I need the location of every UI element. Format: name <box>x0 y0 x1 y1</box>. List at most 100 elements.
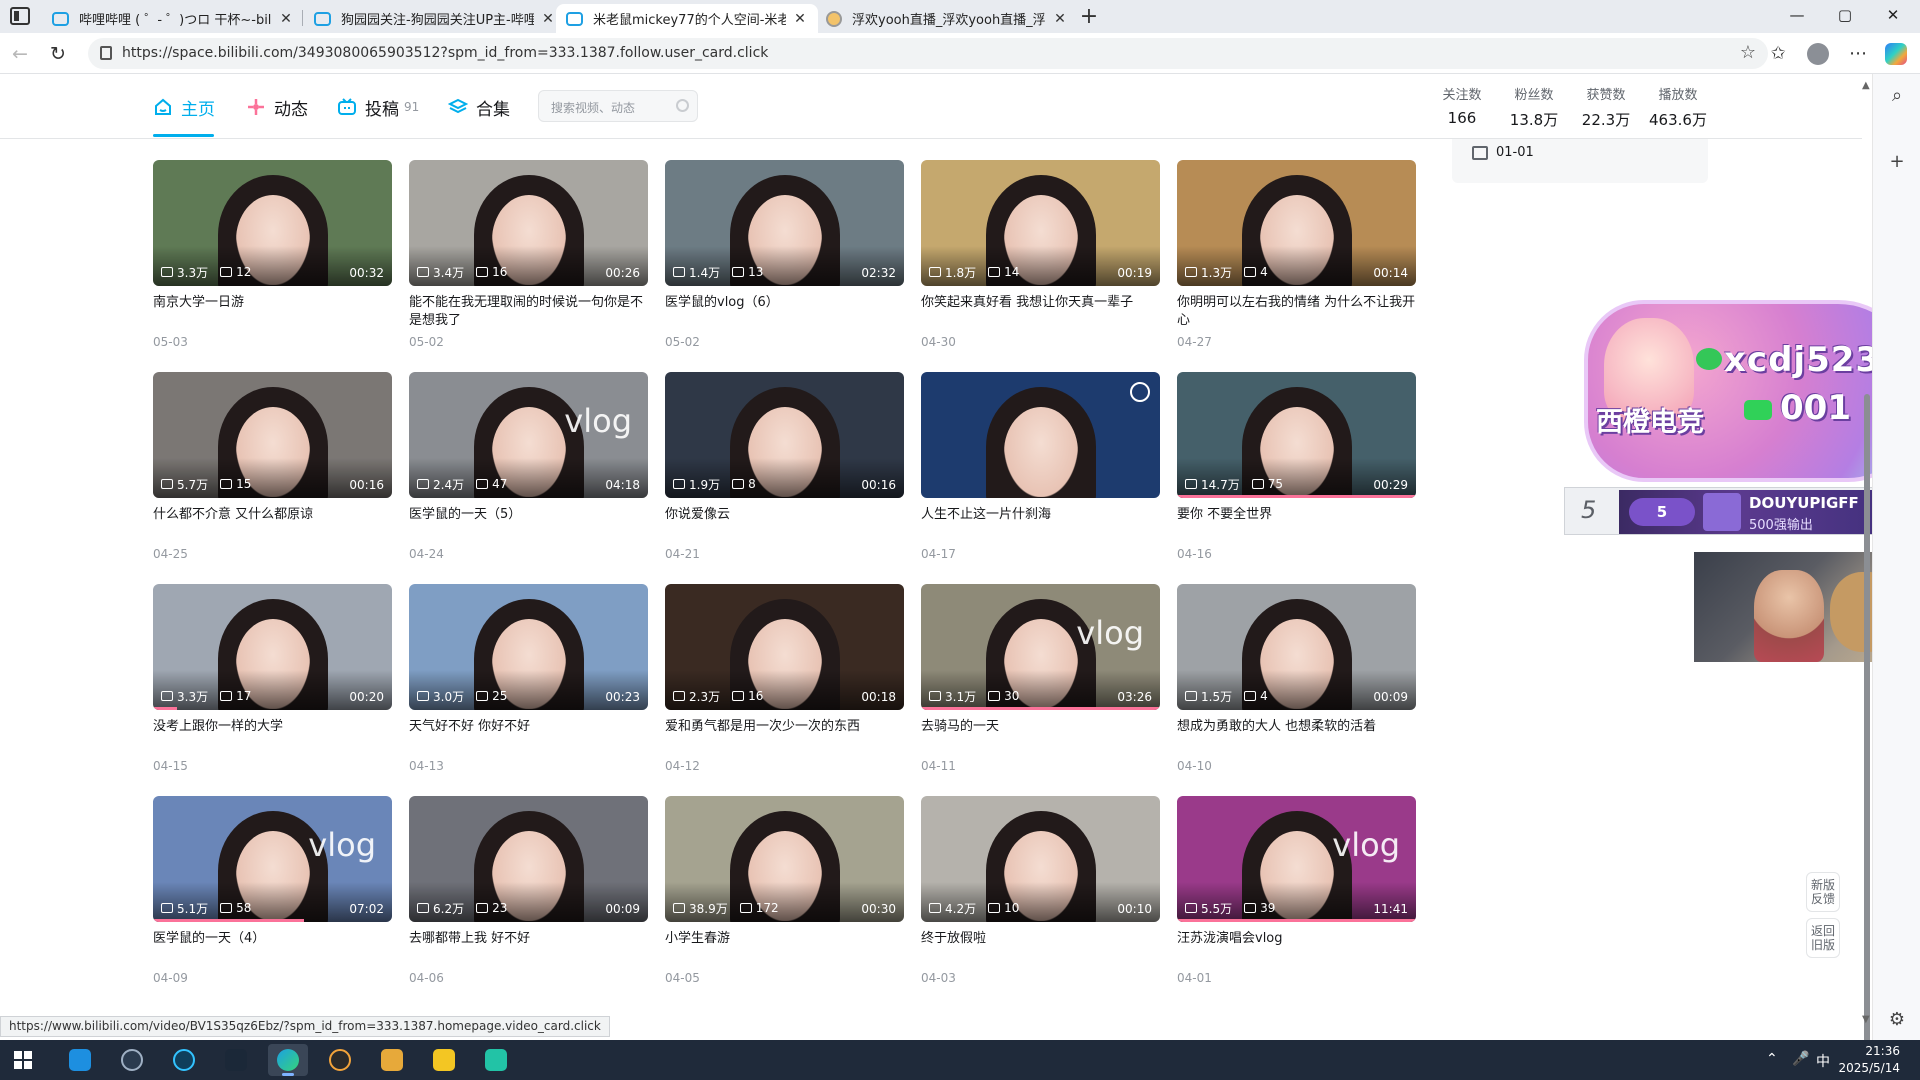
video-title[interactable]: 想成为勇敢的大人 也想柔软的活着 <box>1177 718 1416 758</box>
taskbar-app-owl[interactable] <box>372 1044 412 1076</box>
video-title[interactable]: 去哪都带上我 好不好 <box>409 930 648 970</box>
video-card[interactable]: vlog 3.1万 30 03:26 去骑马的一天 04-11 <box>921 584 1160 784</box>
video-card[interactable]: vlog 5.5万 39 11:41 汪苏泷演唱会vlog 04-01 <box>1177 796 1416 996</box>
browser-tab-1[interactable]: 狗园园关注-狗园园关注UP主-哔哩哔哩 ✕ <box>304 4 566 33</box>
video-card[interactable]: vlog 2.4万 47 04:18 医学鼠的一天（5） 04-24 <box>409 372 648 572</box>
video-card[interactable]: 1.5万 4 00:09 想成为勇敢的大人 也想柔软的活着 04-10 <box>1177 584 1416 784</box>
video-thumbnail[interactable]: 1.5万 4 00:09 <box>1177 584 1416 710</box>
video-thumbnail[interactable]: vlog 5.1万 58 07:02 <box>153 796 392 922</box>
video-thumbnail[interactable]: 14.7万 75 00:29 <box>1177 372 1416 498</box>
tab-close-icon[interactable]: ✕ <box>278 11 294 27</box>
video-thumbnail[interactable]: 3.0万 25 00:23 <box>409 584 648 710</box>
video-card[interactable]: 3.3万 17 00:20 没考上跟你一样的大学 04-15 <box>153 584 392 784</box>
video-title[interactable]: 人生不止这一片什刹海 <box>921 506 1160 546</box>
search-icon[interactable] <box>676 99 689 112</box>
video-thumbnail[interactable]: vlog 2.4万 47 04:18 <box>409 372 648 498</box>
video-thumbnail[interactable]: vlog 3.1万 30 03:26 <box>921 584 1160 710</box>
scrollbar-thumb[interactable] <box>1864 394 1870 1080</box>
video-card[interactable]: 2.3万 16 00:18 爱和勇气都是用一次少一次的东西 04-12 <box>665 584 904 784</box>
video-title[interactable]: 医学鼠的vlog（6） <box>665 294 904 334</box>
video-title[interactable]: 天气好不好 你好不好 <box>409 718 648 758</box>
refresh-icon[interactable]: ↻ <box>46 42 70 66</box>
browser-tab-3[interactable]: 浮欢yooh直播_浮欢yooh直播_浮 ✕ <box>816 4 1078 33</box>
video-title[interactable]: 什么都不介意 又什么都原谅 <box>153 506 392 546</box>
video-title[interactable]: 你明明可以左右我的情绪 为什么不让我开心 <box>1177 294 1416 334</box>
video-thumbnail[interactable]: 1.9万 8 00:16 <box>665 372 904 498</box>
video-title[interactable]: 小学生春游 <box>665 930 904 970</box>
minimize-button[interactable]: — <box>1782 6 1812 24</box>
video-thumbnail[interactable]: 1.8万 14 00:19 <box>921 160 1160 286</box>
scroll-up-icon[interactable]: ▲ <box>1862 80 1870 91</box>
video-thumbnail[interactable]: vlog 5.5万 39 11:41 <box>1177 796 1416 922</box>
video-title[interactable]: 你笑起来真好看 我想让你天真一辈子 <box>921 294 1160 334</box>
site-info-icon[interactable] <box>100 46 112 60</box>
new-version-feedback-button[interactable]: 新版反馈 <box>1806 872 1840 912</box>
stat-following[interactable]: 关注数 166 <box>1427 84 1497 127</box>
tab-uploads[interactable]: 投稿 91 <box>337 94 419 120</box>
video-title[interactable]: 去骑马的一天 <box>921 718 1160 758</box>
video-thumbnail[interactable]: 6.2万 23 00:09 <box>409 796 648 922</box>
back-icon[interactable]: ← <box>8 42 32 66</box>
tray-chevron-icon[interactable]: ⌃ <box>1766 1051 1778 1067</box>
tab-home[interactable]: 主页 <box>153 94 215 120</box>
sidebar-search-icon[interactable]: ⌕ <box>1887 86 1907 106</box>
ime-indicator[interactable]: 中 <box>1816 1051 1830 1071</box>
video-card[interactable]: 1.3万 4 00:14 你明明可以左右我的情绪 为什么不让我开心 04-27 <box>1177 160 1416 360</box>
video-card[interactable]: vlog 5.1万 58 07:02 医学鼠的一天（4） 04-09 <box>153 796 392 996</box>
tab-close-icon[interactable]: ✕ <box>1052 11 1068 27</box>
video-title[interactable]: 爱和勇气都是用一次少一次的东西 <box>665 718 904 758</box>
sidebar-add-icon[interactable]: + <box>1887 152 1907 172</box>
video-title[interactable]: 汪苏泷演唱会vlog <box>1177 930 1416 970</box>
system-clock[interactable]: 21:36 2025/5/14 <box>1838 1043 1900 1077</box>
watch-later-icon[interactable] <box>1130 382 1150 402</box>
video-card[interactable]: 1.8万 14 00:19 你笑起来真好看 我想让你天真一辈子 04-30 <box>921 160 1160 360</box>
browser-tab-2[interactable]: 米老鼠mickey77的个人空间-米老鼠 ✕ <box>556 4 818 33</box>
favorite-star-icon[interactable]: ☆ <box>1740 42 1756 63</box>
video-card[interactable]: 1.4万 13 02:32 医学鼠的vlog（6） 05-02 <box>665 160 904 360</box>
video-thumbnail[interactable]: 38.9万 172 00:30 <box>665 796 904 922</box>
video-card[interactable]: 人生不止这一片什刹海 04-17 <box>921 372 1160 572</box>
profile-icon[interactable] <box>1806 42 1830 66</box>
copilot-icon[interactable] <box>1884 42 1908 66</box>
video-title[interactable]: 没考上跟你一样的大学 <box>153 718 392 758</box>
taskbar-app-edge[interactable] <box>268 1044 308 1076</box>
video-title[interactable]: 能不能在我无理取闹的时候说一句你是不是想我了 <box>409 294 648 334</box>
video-thumbnail[interactable]: 3.3万 17 00:20 <box>153 584 392 710</box>
video-thumbnail[interactable] <box>921 372 1160 498</box>
video-card[interactable]: 3.3万 12 00:32 南京大学一日游 05-03 <box>153 160 392 360</box>
taskbar-app-steam-alt[interactable] <box>112 1044 152 1076</box>
maximize-button[interactable]: ▢ <box>1830 6 1860 24</box>
tab-close-icon[interactable]: ✕ <box>540 11 556 27</box>
video-title[interactable]: 医学鼠的一天（4） <box>153 930 392 970</box>
video-title[interactable]: 你说爱像云 <box>665 506 904 546</box>
windows-start-icon[interactable] <box>14 1051 32 1069</box>
taskbar-app-photos[interactable] <box>476 1044 516 1076</box>
video-title[interactable]: 南京大学一日游 <box>153 294 392 334</box>
video-thumbnail[interactable]: 4.2万 10 00:10 <box>921 796 1160 922</box>
sidebar-settings-icon[interactable]: ⚙ <box>1887 1010 1907 1030</box>
url-field[interactable]: https://space.bilibili.com/3493080065903… <box>88 38 1768 69</box>
video-thumbnail[interactable]: 1.3万 4 00:14 <box>1177 160 1416 286</box>
video-thumbnail[interactable]: 5.7万 15 00:16 <box>153 372 392 498</box>
video-title[interactable]: 终于放假啦 <box>921 930 1160 970</box>
tab-actions-icon[interactable] <box>10 7 30 25</box>
video-thumbnail[interactable]: 1.4万 13 02:32 <box>665 160 904 286</box>
taskbar-app-notes[interactable] <box>424 1044 464 1076</box>
taskbar-app-steam[interactable] <box>216 1044 256 1076</box>
taskbar-app-bilibili[interactable] <box>60 1044 100 1076</box>
video-card[interactable]: 6.2万 23 00:09 去哪都带上我 好不好 04-06 <box>409 796 648 996</box>
favorites-icon[interactable]: ✩ <box>1766 42 1790 66</box>
video-thumbnail[interactable]: 3.4万 16 00:26 <box>409 160 648 286</box>
video-thumbnail[interactable]: 2.3万 16 00:18 <box>665 584 904 710</box>
taskbar-app-launcher[interactable] <box>164 1044 204 1076</box>
video-card[interactable]: 3.4万 16 00:26 能不能在我无理取闹的时候说一句你是不是想我了 05-02 <box>409 160 648 360</box>
video-thumbnail[interactable]: 3.3万 12 00:32 <box>153 160 392 286</box>
back-to-old-version-button[interactable]: 返回旧版 <box>1806 918 1840 958</box>
video-card[interactable]: 5.7万 15 00:16 什么都不介意 又什么都原谅 04-25 <box>153 372 392 572</box>
close-window-button[interactable]: ✕ <box>1878 6 1908 24</box>
video-card[interactable]: 4.2万 10 00:10 终于放假啦 04-03 <box>921 796 1160 996</box>
tab-close-icon[interactable]: ✕ <box>792 11 808 27</box>
microphone-icon[interactable]: 🎤 <box>1792 1051 1809 1067</box>
scroll-down-icon[interactable]: ▼ <box>1862 1014 1870 1025</box>
video-card[interactable]: 14.7万 75 00:29 要你 不要全世界 04-16 <box>1177 372 1416 572</box>
